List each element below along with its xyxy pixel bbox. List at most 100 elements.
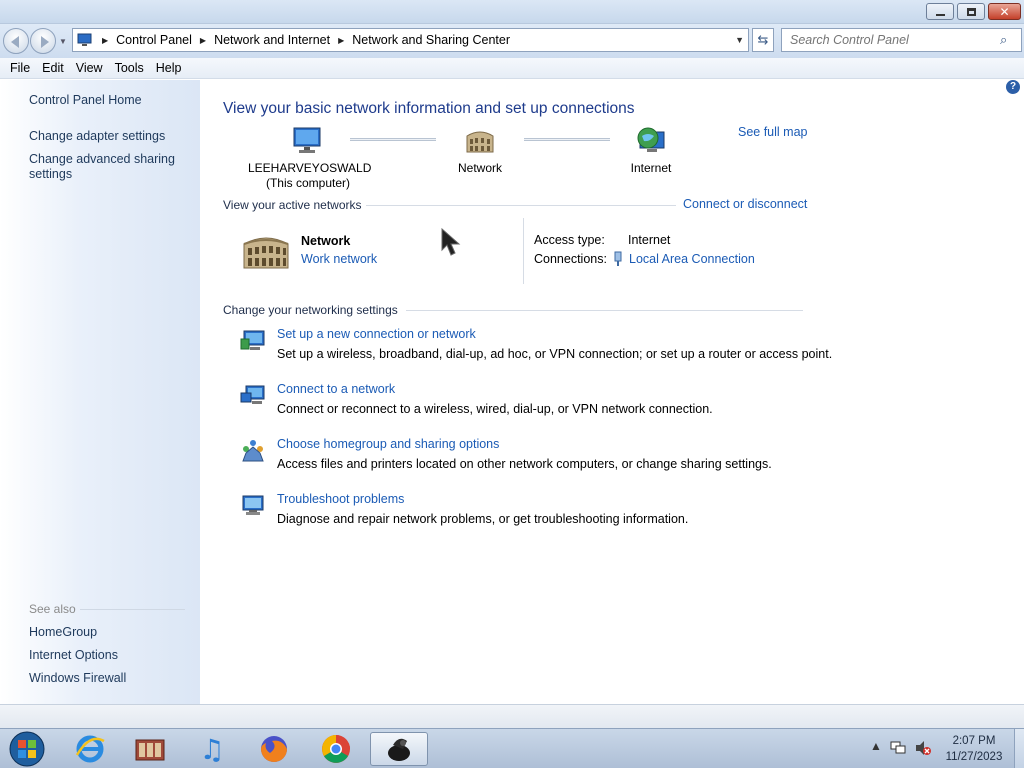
connect-to-network-description: Connect or reconnect to a wireless, wire… (277, 402, 713, 416)
access-type-label: Access type: (534, 233, 605, 247)
active-networks-title: View your active networks (223, 198, 362, 212)
access-type-value: Internet (628, 233, 671, 247)
control-panel-icon (77, 33, 92, 46)
network-colosseum-large-icon (243, 237, 289, 269)
chrome-icon (322, 735, 350, 763)
active-network-separator (523, 218, 524, 284)
address-dropdown-icon[interactable]: ▼ (735, 35, 744, 45)
minimize-icon (935, 13, 945, 16)
media-app-icon (135, 739, 165, 761)
computer-subtitle: (This computer) (265, 176, 351, 190)
map-node-computer[interactable]: LEEHARVEYOSWALD (This computer) (248, 126, 372, 191)
forward-button[interactable] (30, 28, 56, 54)
page-title: View your basic network information and … (223, 100, 635, 117)
breadcrumb-network-and-sharing-center[interactable]: Network and Sharing Center (352, 33, 510, 47)
breadcrumb-network-and-internet[interactable]: Network and Internet (214, 33, 330, 47)
taskbar-media-app[interactable] (122, 732, 178, 766)
menu-bar: File Edit View Tools Help (0, 58, 1024, 79)
map-connector (524, 138, 610, 141)
menu-help[interactable]: Help (150, 61, 188, 75)
back-arrow-icon (11, 36, 19, 48)
map-node-internet[interactable]: Internet (616, 126, 686, 176)
see-also-homegroup[interactable]: HomeGroup (29, 625, 97, 640)
breadcrumb-separator[interactable]: ▶ (200, 36, 206, 45)
new-connection-icon (240, 330, 265, 350)
close-button[interactable]: ✕ (988, 3, 1021, 20)
connect-or-disconnect-link[interactable]: Connect or disconnect (683, 197, 807, 211)
setup-connection-link[interactable]: Set up a new connection or network (277, 327, 476, 341)
task-troubleshoot: Troubleshoot problems Diagnose and repai… (240, 492, 820, 532)
taskbar-active-app[interactable] (370, 732, 428, 766)
search-box[interactable]: ⌕ (781, 28, 1022, 52)
task-homegroup: Choose homegroup and sharing options Acc… (240, 437, 820, 477)
connections-label: Connections: (534, 252, 607, 266)
see-also-windows-firewall[interactable]: Windows Firewall (29, 671, 126, 686)
troubleshoot-link[interactable]: Troubleshoot problems (277, 492, 404, 506)
menu-edit[interactable]: Edit (36, 61, 70, 75)
show-desktop-button[interactable] (1014, 729, 1024, 768)
windows-start-orb-icon (9, 731, 45, 767)
music-note-icon: ♫ (199, 732, 225, 766)
map-node-network[interactable]: Network (440, 126, 520, 176)
network-app-icon (388, 738, 410, 761)
breadcrumb-separator[interactable]: ▶ (102, 36, 108, 45)
homegroup-sharing-link[interactable]: Choose homegroup and sharing options (277, 437, 499, 451)
connect-to-network-link[interactable]: Connect to a network (277, 382, 395, 396)
sidebar-item-change-adapter-settings[interactable]: Change adapter settings (29, 129, 165, 144)
section-divider (366, 205, 676, 206)
taskbar-chrome[interactable] (308, 732, 364, 766)
refresh-button[interactable]: ⇆ (752, 28, 774, 52)
networking-settings-title: Change your networking settings (223, 303, 398, 317)
taskbar: ♫ ▲ 2:07 PM 11/27/2023 (0, 728, 1024, 768)
maximize-button[interactable] (957, 3, 985, 20)
sidebar-item-control-panel-home[interactable]: Control Panel Home (29, 93, 142, 108)
map-connector (350, 138, 436, 141)
local-area-connection-link[interactable]: Local Area Connection (629, 252, 755, 266)
minimize-button[interactable] (926, 3, 954, 20)
main-content: ? View your basic network information an… (200, 80, 1024, 704)
title-bar: ✕ (0, 0, 1024, 24)
internet-node-label: Internet (630, 161, 672, 175)
taskbar-itunes[interactable]: ♫ (184, 732, 240, 766)
connect-network-icon (240, 385, 265, 404)
network-type-link[interactable]: Work network (301, 252, 377, 266)
start-button[interactable] (0, 731, 54, 767)
system-clock[interactable]: 2:07 PM 11/27/2023 (936, 733, 1012, 765)
computer-icon (293, 127, 321, 153)
status-bar (0, 704, 1024, 728)
internet-globe-icon (637, 127, 665, 152)
see-full-map-link[interactable]: See full map (738, 125, 807, 139)
menu-file[interactable]: File (4, 61, 36, 75)
network-colosseum-icon (466, 131, 494, 153)
computer-name: LEEHARVEYOSWALD (248, 161, 372, 175)
mouse-cursor-icon (441, 228, 461, 256)
breadcrumb-separator[interactable]: ▶ (338, 36, 344, 45)
active-network-name: Network (301, 234, 351, 248)
sidebar-item-change-advanced-sharing-settings[interactable]: Change advanced sharing settings (29, 152, 179, 182)
task-connect-network: Connect to a network Connect or reconnec… (240, 382, 820, 422)
network-tray-icon[interactable] (890, 740, 906, 756)
taskbar-internet-explorer[interactable] (62, 732, 118, 766)
search-icon[interactable]: ⌕ (1000, 32, 1007, 48)
menu-view[interactable]: View (70, 61, 109, 75)
recent-pages-dropdown[interactable]: ▼ (59, 37, 67, 46)
firefox-icon (261, 736, 287, 762)
breadcrumb-control-panel[interactable]: Control Panel (116, 33, 192, 47)
volume-muted-icon[interactable] (914, 740, 932, 756)
see-also-internet-options[interactable]: Internet Options (29, 648, 118, 663)
taskbar-firefox[interactable] (246, 732, 302, 766)
search-input[interactable] (790, 33, 1000, 47)
back-button[interactable] (3, 28, 29, 54)
address-row: ▼ ▶ Control Panel ▶ Network and Internet… (0, 24, 1024, 58)
troubleshoot-icon (242, 495, 264, 515)
forward-arrow-icon (41, 36, 49, 48)
menu-tools[interactable]: Tools (109, 61, 150, 75)
network-node-label: Network (457, 161, 502, 175)
help-icon[interactable]: ? (1006, 80, 1020, 94)
task-setup-connection: Set up a new connection or network Set u… (240, 327, 832, 367)
restore-icon (966, 7, 976, 16)
see-also-label: See also (29, 602, 76, 616)
address-bar[interactable]: ▶ Control Panel ▶ Network and Internet ▶… (72, 28, 749, 52)
show-hidden-icons-button[interactable]: ▲ (870, 739, 882, 753)
clock-date: 11/27/2023 (945, 751, 1003, 763)
